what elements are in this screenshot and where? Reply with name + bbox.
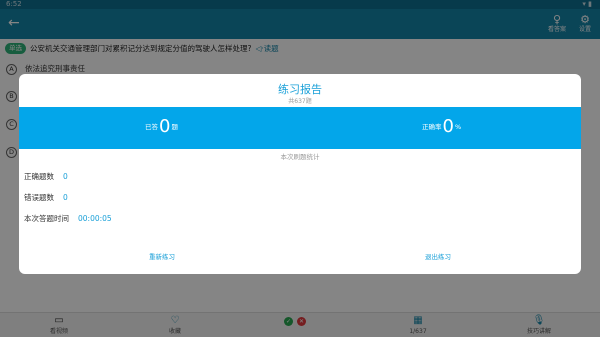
dialog-subtitle: 共637题 [288,98,312,105]
correct-count-row: 正确题数 0 [24,172,68,182]
accuracy-value: 0 [442,116,454,137]
stats-band: 已答0题 正确率0% [19,107,581,149]
accuracy-prefix: 正确率 [422,123,442,131]
accuracy-suffix: % [454,123,462,131]
answered-value: 0 [159,116,171,137]
practice-report-dialog: 练习报告 共637题 已答0题 正确率0% 本次刷题统计 正确题数 0 错误题数 0… [19,74,581,274]
exit-practice-button[interactable]: 退出练习 [425,252,451,262]
wrong-count-row: 错误题数 0 [24,193,68,203]
answer-time-value: 00:00:05 [78,214,112,223]
answered-stat: 已答0题 [145,117,178,137]
wrong-count-value: 0 [63,193,68,202]
answer-time-label: 本次答题时间 [24,214,69,223]
correct-count-label: 正确题数 [24,172,54,181]
restart-practice-button[interactable]: 重新练习 [149,252,175,262]
answered-suffix: 题 [171,123,178,131]
answer-time-row: 本次答题时间 00:00:05 [24,214,112,224]
dialog-title: 练习报告 [278,83,322,96]
session-stats-label: 本次刷题统计 [280,153,320,161]
correct-count-value: 0 [63,172,68,181]
accuracy-stat: 正确率0% [422,117,461,137]
wrong-count-label: 错误题数 [24,193,54,202]
answered-prefix: 已答 [145,123,158,131]
